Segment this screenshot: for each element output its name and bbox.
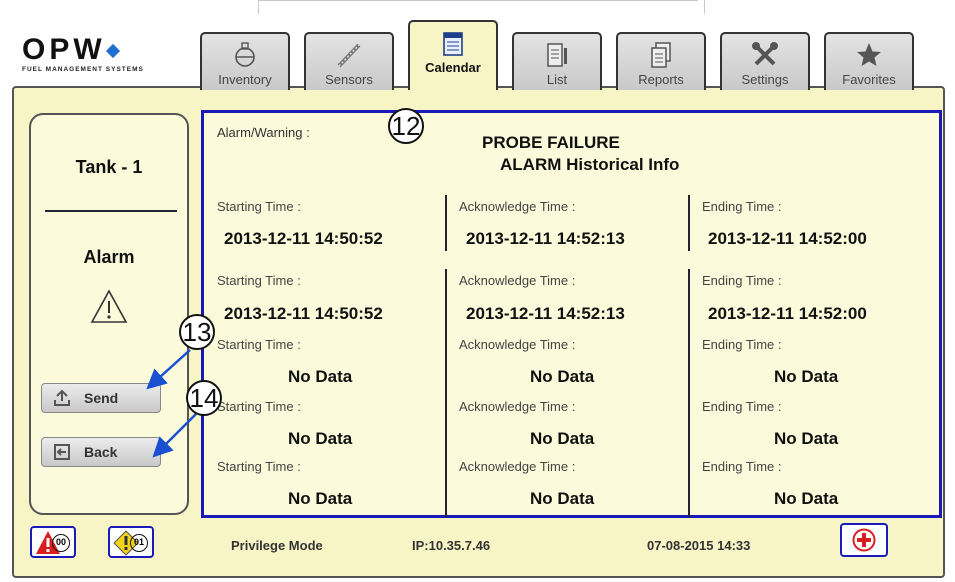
starting-time-value: No Data bbox=[288, 489, 353, 508]
starting-time-label: Starting Time : bbox=[217, 337, 301, 352]
acknowledge-time-value: No Data bbox=[530, 489, 595, 508]
acknowledge-time-label: Acknowledge Time : bbox=[459, 459, 576, 474]
plus-circle-icon bbox=[852, 528, 876, 552]
ip-address: IP:10.35.7.46 bbox=[412, 538, 491, 553]
starting-time-label: Starting Time : bbox=[217, 399, 301, 414]
tab-label: Settings bbox=[741, 72, 789, 87]
warning-count-button[interactable]: 01 bbox=[108, 526, 154, 558]
star-icon bbox=[857, 43, 881, 66]
acknowledge-time-label: Acknowledge Time : bbox=[459, 399, 576, 414]
flask-icon bbox=[235, 42, 255, 67]
tab-label: Sensors bbox=[325, 72, 373, 87]
ending-time-label: Ending Time : bbox=[702, 459, 782, 474]
starting-time-label: Starting Time : bbox=[217, 459, 301, 474]
acknowledge-time-label: Acknowledge Time : bbox=[459, 199, 576, 214]
emergency-stop-button[interactable] bbox=[840, 523, 888, 557]
tab-reports[interactable]: Reports bbox=[616, 32, 706, 90]
starting-time-label: Starting Time : bbox=[217, 199, 301, 214]
calendar-icon bbox=[443, 32, 463, 56]
top-window-edge bbox=[0, 0, 955, 14]
status-datetime: 07-08-2015 14:33 bbox=[647, 538, 751, 553]
alarm-state-label: Alarm bbox=[83, 247, 135, 267]
reports-icon bbox=[651, 42, 671, 68]
ending-time-label: Ending Time : bbox=[702, 273, 782, 288]
ending-time-value: No Data bbox=[774, 489, 839, 508]
ending-time-value: No Data bbox=[774, 429, 839, 448]
send-label: Send bbox=[84, 390, 119, 406]
alarm-subtitle: ALARM Historical Info bbox=[500, 155, 680, 174]
warning-count: 01 bbox=[130, 534, 148, 552]
alarm-count: 00 bbox=[52, 534, 70, 552]
tab-label: Inventory bbox=[218, 72, 272, 87]
send-button[interactable]: Send bbox=[41, 383, 161, 413]
tank-sidebar: Tank - 1 Alarm Send Back bbox=[29, 113, 189, 515]
tab-label: List bbox=[546, 72, 568, 87]
ending-time-label: Ending Time : bbox=[702, 337, 782, 352]
ending-time-label: Ending Time : bbox=[702, 199, 782, 214]
callout-13: 13 bbox=[179, 314, 215, 350]
tab-label: Reports bbox=[638, 72, 684, 87]
tools-icon bbox=[752, 42, 778, 66]
alarm-history-panel: Alarm/Warning : PROBE FAILURE ALARM Hist… bbox=[201, 110, 942, 518]
starting-time-value: No Data bbox=[288, 367, 353, 386]
upload-icon bbox=[54, 389, 70, 406]
callout-12: 12 bbox=[388, 108, 424, 144]
tab-settings[interactable]: Settings bbox=[720, 32, 810, 90]
tank-label: Tank - 1 bbox=[75, 157, 143, 177]
starting-time-value: 2013-12-11 14:50:52 bbox=[224, 229, 383, 248]
acknowledge-time-label: Acknowledge Time : bbox=[459, 337, 576, 352]
tab-label: Calendar bbox=[425, 60, 481, 75]
back-button[interactable]: Back bbox=[41, 437, 161, 467]
brand-tagline: FUEL MANAGEMENT SYSTEMS bbox=[22, 66, 144, 73]
tab-bar: Inventory Sensors Calendar List Reports … bbox=[200, 20, 940, 90]
status-bar: 00 01 Privilege Mode IP:10.35.7.46 07-08… bbox=[14, 516, 943, 576]
starting-time-label: Starting Time : bbox=[217, 273, 301, 288]
tab-sensors[interactable]: Sensors bbox=[304, 32, 394, 90]
acknowledge-time-value: No Data bbox=[530, 367, 595, 386]
acknowledge-time-label: Acknowledge Time : bbox=[459, 273, 576, 288]
probe-icon bbox=[337, 43, 361, 68]
back-label: Back bbox=[84, 444, 118, 460]
privilege-mode-label: Privilege Mode bbox=[231, 538, 323, 553]
tab-favorites[interactable]: Favorites bbox=[824, 32, 914, 90]
ending-time-value: 2013-12-11 14:52:00 bbox=[708, 304, 867, 323]
alarm-title: PROBE FAILURE bbox=[482, 133, 620, 152]
acknowledge-time-value: 2013-12-11 14:52:13 bbox=[466, 229, 625, 248]
starting-time-value: 2013-12-11 14:50:52 bbox=[224, 304, 383, 323]
ending-time-value: No Data bbox=[774, 367, 839, 386]
back-icon bbox=[54, 444, 70, 460]
acknowledge-time-value: No Data bbox=[530, 429, 595, 448]
ending-time-value: 2013-12-11 14:52:00 bbox=[708, 229, 867, 248]
opw-logo: OPW FUEL MANAGEMENT SYSTEMS bbox=[22, 33, 192, 76]
alarm-count-button[interactable]: 00 bbox=[30, 526, 76, 558]
tab-calendar[interactable]: Calendar bbox=[408, 20, 498, 90]
tab-list[interactable]: List bbox=[512, 32, 602, 90]
ending-time-label: Ending Time : bbox=[702, 399, 782, 414]
acknowledge-time-value: 2013-12-11 14:52:13 bbox=[466, 304, 625, 323]
brand-name: OPW bbox=[22, 33, 106, 66]
alarm-warning-label: Alarm/Warning : bbox=[217, 125, 310, 140]
warning-triangle-icon bbox=[90, 289, 128, 323]
tab-label: Favorites bbox=[842, 72, 896, 87]
callout-14: 14 bbox=[186, 380, 222, 416]
sidebar-divider bbox=[45, 210, 177, 212]
list-icon bbox=[547, 43, 567, 67]
starting-time-value: No Data bbox=[288, 429, 353, 448]
tab-inventory[interactable]: Inventory bbox=[200, 32, 290, 90]
